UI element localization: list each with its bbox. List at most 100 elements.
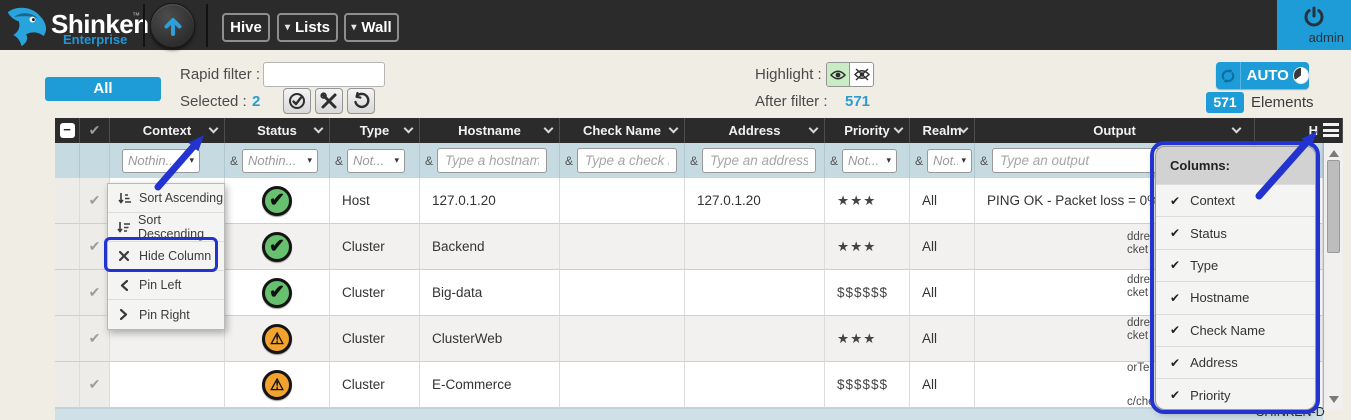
header-realm[interactable]: Realm [910, 118, 975, 143]
row-expand-cell[interactable] [55, 270, 80, 316]
header-label: Realm [922, 123, 961, 138]
header-address[interactable]: Address [685, 118, 825, 143]
nav-lists-button[interactable]: ▾ Lists [277, 13, 338, 42]
columns-item-status[interactable]: ✔Status [1156, 216, 1315, 248]
columns-item-context[interactable]: ✔Context [1156, 184, 1315, 216]
realm-filter-select[interactable]: Not...▾ [927, 149, 972, 173]
columns-item-hostname[interactable]: ✔Hostname [1156, 281, 1315, 313]
row-expand-cell[interactable] [55, 362, 80, 408]
menu-item-sort-ascending[interactable]: Sort Ascending [108, 184, 224, 213]
header-check[interactable]: ✔ [80, 118, 110, 143]
scrollbar-thumb[interactable] [1327, 160, 1340, 253]
row-check-cell[interactable]: ✔ [80, 270, 110, 316]
row-check-cell[interactable]: ✔ [80, 224, 110, 270]
menu-item-hide-column[interactable]: Hide Column [108, 242, 224, 271]
chevron-down-icon[interactable] [404, 124, 414, 134]
type-cell: Cluster [330, 316, 420, 362]
columns-item-address[interactable]: ✔Address [1156, 346, 1315, 378]
check-icon: ✔ [1170, 323, 1180, 337]
nav-hive-button[interactable]: Hive [222, 13, 270, 42]
filter-check-name-cell: & [560, 143, 685, 178]
chevron-down-icon[interactable] [894, 124, 904, 134]
highlight-on-button[interactable] [827, 63, 850, 86]
chevron-down-icon[interactable] [809, 124, 819, 134]
partial-selected-row[interactable] [55, 408, 1323, 420]
status-filter-select[interactable]: Nothin...▾ [242, 149, 318, 173]
status-badge: ✔ [262, 186, 292, 216]
chevron-down-icon[interactable] [209, 124, 219, 134]
table-row[interactable]: ✔ ✔ Host 127.0.1.20 127.0.1.20 ★★★ All P… [55, 178, 1323, 224]
header-priority[interactable]: Priority [825, 118, 910, 143]
elements-count-badge: 571 [1206, 92, 1244, 113]
hidden-text-fragment: c/che [1127, 396, 1152, 409]
context-cell [110, 362, 225, 408]
output-filter-input[interactable] [992, 148, 1160, 173]
type-filter-select[interactable]: Not...▾ [347, 149, 405, 173]
columns-item-check-name[interactable]: ✔Check Name [1156, 314, 1315, 346]
header-type[interactable]: Type [330, 118, 420, 143]
menu-item-pin-right[interactable]: Pin Right [108, 300, 224, 329]
chevron-down-icon[interactable] [669, 124, 679, 134]
row-expand-cell[interactable] [55, 224, 80, 270]
rapid-filter-input[interactable] [263, 62, 385, 87]
hostname-cell: E-Commerce [420, 362, 560, 408]
check-icon: ✔ [89, 284, 101, 301]
menu-item-sort-descending[interactable]: Sort Descending [108, 213, 224, 242]
tools-icon [320, 92, 338, 110]
row-check-cell[interactable]: ✔ [80, 362, 110, 408]
header-check-name[interactable]: Check Name [560, 118, 685, 143]
refresh-segment[interactable] [1216, 62, 1241, 89]
up-refresh-button[interactable] [150, 3, 195, 48]
check-name-cell [560, 224, 685, 270]
columns-item-type[interactable]: ✔Type [1156, 249, 1315, 281]
caret-down-icon: ▾ [958, 155, 966, 166]
highlight-off-button[interactable] [850, 63, 873, 86]
auto-refresh-button[interactable]: AUTO [1216, 62, 1309, 89]
columns-item-priority[interactable]: ✔Priority [1156, 378, 1315, 410]
nav-wall-button[interactable]: ▾ Wall [344, 13, 399, 42]
priority-filter-select[interactable]: Not...▾ [842, 149, 897, 173]
scroll-up-icon[interactable] [1329, 150, 1339, 157]
context-filter-select[interactable]: Nothin...▾ [122, 149, 200, 173]
header-context[interactable]: Context [110, 118, 225, 143]
status-cell: ✔ [225, 224, 330, 270]
all-tab-button[interactable]: All [45, 77, 161, 101]
admin-user-button[interactable]: admin [1277, 0, 1351, 50]
undo-icon [352, 92, 370, 110]
menu-item-pin-left[interactable]: Pin Left [108, 271, 224, 300]
filter-address-cell: & [685, 143, 825, 178]
apply-selection-button[interactable] [283, 88, 311, 114]
shinken-logo[interactable]: Shinken ™ Enterprise [5, 1, 145, 49]
joiner-label: & [230, 154, 238, 168]
check-icon: ✔ [89, 192, 101, 209]
header-output[interactable]: Output [975, 118, 1255, 143]
row-check-cell[interactable]: ✔ [80, 316, 110, 362]
priority-cell: ★★★ [825, 178, 910, 224]
menu-item-label: Sort Descending [138, 213, 224, 241]
row-check-cell[interactable]: ✔ [80, 178, 110, 224]
topbar-divider [143, 4, 145, 47]
chevron-down-icon[interactable] [1232, 124, 1242, 134]
header-label: Check Name [583, 123, 661, 138]
header-hostname[interactable]: Hostname [420, 118, 560, 143]
status-badge: ✔ [262, 278, 292, 308]
joiner-label: & [830, 154, 838, 168]
header-status[interactable]: Status [225, 118, 330, 143]
collapse-all-icon[interactable]: − [60, 123, 75, 138]
address-filter-input[interactable] [702, 148, 816, 173]
row-expand-cell[interactable] [55, 178, 80, 224]
row-expand-cell[interactable] [55, 316, 80, 362]
tools-button[interactable] [315, 88, 343, 114]
vertical-scrollbar[interactable] [1323, 143, 1343, 410]
hostname-filter-input[interactable] [437, 148, 547, 173]
columns-menu-icon[interactable] [1323, 123, 1339, 137]
reset-button[interactable] [347, 88, 375, 114]
header-select-all[interactable]: − [55, 118, 80, 143]
status-badge: ⚠ [262, 370, 292, 400]
caret-down-icon: ▾ [883, 155, 891, 166]
chevron-down-icon[interactable] [544, 124, 554, 134]
chevron-down-icon[interactable] [314, 124, 324, 134]
header-host-truncated[interactable]: H [1255, 118, 1343, 143]
scroll-down-icon[interactable] [1329, 396, 1339, 403]
check-name-filter-input[interactable] [577, 148, 677, 173]
